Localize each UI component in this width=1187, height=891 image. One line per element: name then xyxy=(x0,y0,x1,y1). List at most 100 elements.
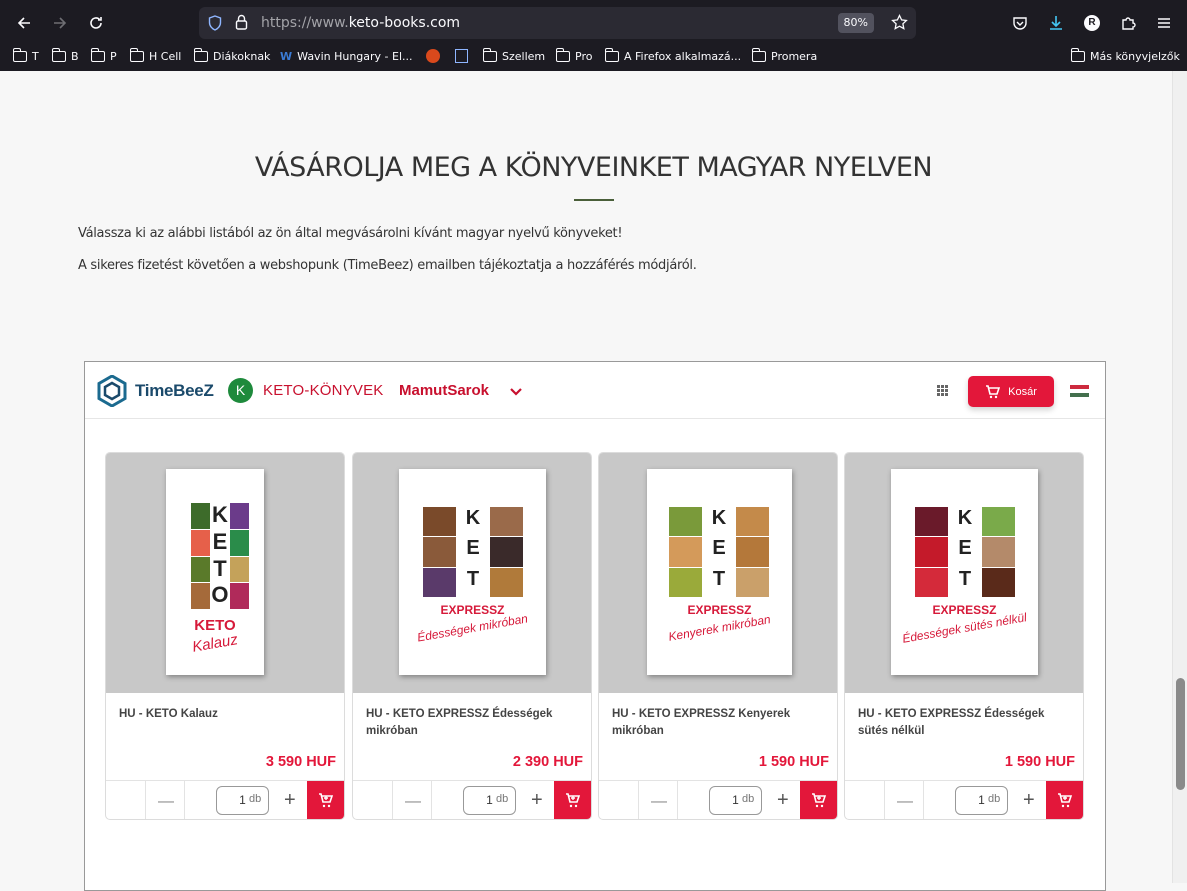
other-bookmarks[interactable]: Más könyvjelzők xyxy=(1070,47,1180,64)
increase-quantity-button[interactable]: + xyxy=(1023,789,1035,812)
folder-icon xyxy=(193,47,208,62)
bookmark-folder[interactable]: Szellem xyxy=(482,47,546,64)
unit-label: db xyxy=(742,793,755,805)
product-card[interactable]: K E T EXPRESSZ Kenyerek mikróban HU - KE… xyxy=(598,452,838,820)
extensions-icon[interactable] xyxy=(1115,10,1141,36)
timebeez-logo[interactable]: TimeBeeZ xyxy=(135,381,214,401)
bookmark-folder[interactable]: Diákoknak xyxy=(193,47,271,64)
book-cover: K E T EXPRESSZ Édességek mikróban xyxy=(399,469,546,675)
bookmark-site[interactable]: W Wavin Hungary - El... xyxy=(280,48,413,64)
site-favicon xyxy=(455,49,468,63)
bookmark-folder[interactable]: P xyxy=(90,47,117,64)
page-content: VÁSÁROLJA MEG A KÖNYVEINKET MAGYAR NYELV… xyxy=(0,71,1172,891)
bookmark-label: Szellem xyxy=(502,49,546,63)
title-divider xyxy=(574,199,614,201)
shop-name[interactable]: KETO-KÖNYVEK xyxy=(263,382,384,399)
product-name[interactable]: HU - KETO Kalauz xyxy=(119,706,329,723)
folder-icon xyxy=(482,47,497,62)
menu-icon[interactable] xyxy=(1151,10,1177,36)
increase-quantity-button[interactable]: + xyxy=(284,789,296,812)
minus-icon[interactable]: — xyxy=(897,793,913,811)
add-to-cart-button[interactable] xyxy=(554,781,591,819)
shop-header: TimeBeeZ K KETO-KÖNYVEK MamutSarok Kosár xyxy=(85,362,1105,419)
chevron-down-icon[interactable] xyxy=(509,384,523,402)
download-icon[interactable] xyxy=(1043,10,1069,36)
lock-icon[interactable] xyxy=(235,14,248,35)
reload-icon[interactable] xyxy=(83,10,109,36)
minus-icon[interactable]: — xyxy=(651,793,667,811)
bookmark-folder[interactable]: T xyxy=(12,47,39,64)
product-card[interactable]: K E T EXPRESSZ Édességek mikróban HU - K… xyxy=(352,452,592,820)
zoom-level-badge[interactable]: 80% xyxy=(837,13,874,33)
cart-button[interactable]: Kosár xyxy=(968,376,1054,407)
product-name[interactable]: HU - KETO EXPRESSZ Édességek sütés nélkü… xyxy=(858,706,1068,740)
foot-spacer xyxy=(845,781,885,819)
timebeez-logo-icon[interactable] xyxy=(97,374,127,412)
bookmark-folder[interactable]: Promera xyxy=(751,47,817,64)
folder-icon xyxy=(90,47,105,62)
foot-spacer xyxy=(106,781,146,819)
bookmark-label: Wavin Hungary - El... xyxy=(297,49,413,63)
bookmark-folder[interactable]: A Firefox alkalmazá... xyxy=(604,47,741,64)
bookmarks-bar: T B P H Cell Diákoknak W Wavin Hungary - … xyxy=(0,43,1187,69)
quantity-controls: — 1 db + xyxy=(353,780,591,819)
increase-quantity-button[interactable]: + xyxy=(531,789,543,812)
bookmark-label: Más könyvjelzők xyxy=(1090,49,1180,63)
bookmark-site[interactable] xyxy=(426,48,440,64)
product-name[interactable]: HU - KETO EXPRESSZ Kenyerek mikróban xyxy=(612,706,822,740)
bookmark-folder[interactable]: H Cell xyxy=(129,47,182,64)
product-image[interactable]: K E T EXPRESSZ Kenyerek mikróban xyxy=(599,453,837,693)
star-icon[interactable] xyxy=(891,13,908,36)
add-to-cart-button[interactable] xyxy=(307,781,344,819)
shield-icon[interactable] xyxy=(208,15,222,36)
folder-icon xyxy=(555,47,570,62)
page-scrollbar[interactable] xyxy=(1172,71,1187,883)
account-avatar[interactable]: R xyxy=(1079,10,1105,36)
bookmark-label: H Cell xyxy=(149,49,182,63)
bookmark-label: Diákoknak xyxy=(213,49,271,63)
product-price: 1 590 HUF xyxy=(758,754,829,770)
product-image[interactable]: K E T O KETO Kalauz xyxy=(106,453,344,693)
foot-spacer xyxy=(353,781,393,819)
site-favicon xyxy=(426,49,440,63)
folder-icon xyxy=(51,47,66,62)
unit-label: db xyxy=(249,793,262,805)
wavin-favicon: W xyxy=(280,49,293,63)
unit-label: db xyxy=(988,793,1001,805)
bookmark-label: B xyxy=(71,49,79,63)
mamutsarok-menu[interactable]: MamutSarok xyxy=(399,382,489,399)
minus-icon[interactable]: — xyxy=(158,793,174,811)
product-name[interactable]: HU - KETO EXPRESSZ Édességek mikróban xyxy=(366,706,576,740)
minus-icon[interactable]: — xyxy=(405,793,421,811)
scrollbar-thumb[interactable] xyxy=(1176,678,1185,790)
intro-text-1: Válassza ki az alábbi listából az ön ált… xyxy=(78,226,623,241)
bookmark-folder[interactable]: B xyxy=(51,47,79,64)
grid-view-icon[interactable] xyxy=(937,385,948,396)
add-to-cart-button[interactable] xyxy=(800,781,837,819)
bookmark-label: Pro xyxy=(575,49,593,63)
cover-collage: K E T xyxy=(915,507,1015,597)
unit-label: db xyxy=(496,793,509,805)
hungarian-flag-icon[interactable] xyxy=(1070,385,1089,397)
book-cover: K E T O KETO Kalauz xyxy=(166,469,264,675)
product-price: 1 590 HUF xyxy=(1004,754,1075,770)
bookmark-site[interactable] xyxy=(455,48,468,64)
quantity-controls: — 1 db + xyxy=(845,780,1083,819)
product-card[interactable]: K E T O KETO Kalauz HU - KETO Kalauz 3 5… xyxy=(105,452,345,820)
bookmark-folder[interactable]: Pro xyxy=(555,47,593,64)
back-icon[interactable] xyxy=(11,10,37,36)
url-bar[interactable]: https://www.keto-books.com 80% xyxy=(199,7,916,39)
profile-initial: R xyxy=(1084,15,1100,31)
product-card[interactable]: K E T EXPRESSZ Édességek sütés nélkül HU… xyxy=(844,452,1084,820)
url-text[interactable]: https://www.keto-books.com xyxy=(261,15,460,31)
add-to-cart-button[interactable] xyxy=(1046,781,1083,819)
bookmark-label: P xyxy=(110,49,117,63)
folder-icon xyxy=(751,47,766,62)
forward-icon[interactable] xyxy=(47,10,73,36)
increase-quantity-button[interactable]: + xyxy=(777,789,789,812)
product-image[interactable]: K E T EXPRESSZ Édességek mikróban xyxy=(353,453,591,693)
cart-icon xyxy=(986,384,1001,398)
pocket-icon[interactable] xyxy=(1007,10,1033,36)
add-to-cart-icon xyxy=(318,793,333,808)
product-image[interactable]: K E T EXPRESSZ Édességek sütés nélkül xyxy=(845,453,1083,693)
